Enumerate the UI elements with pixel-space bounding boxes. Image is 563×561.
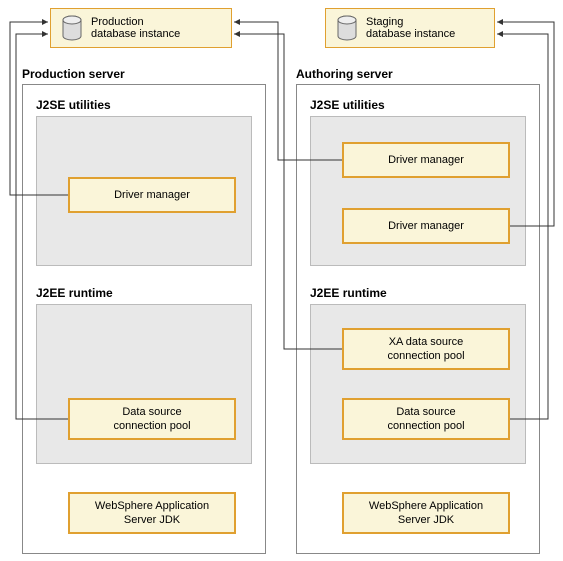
production-database: Production database instance [50,8,232,48]
prod-j2ee-title: J2EE runtime [36,286,113,300]
staging-database-label: Staging database instance [366,16,455,40]
database-icon [336,15,358,41]
auth-j2se-driver-manager-0: Driver manager [342,142,510,178]
auth-j2ee-datasource: Data source connection pool [342,398,510,440]
auth-j2ee-title: J2EE runtime [310,286,387,300]
prod-jdk: WebSphere Application Server JDK [68,492,236,534]
auth-j2ee-item-1-label: Data source connection pool [387,405,464,434]
prod-j2se-item-0-label: Driver manager [114,188,190,202]
auth-jdk-label: WebSphere Application Server JDK [369,499,483,528]
prod-jdk-label: WebSphere Application Server JDK [95,499,209,528]
auth-jdk: WebSphere Application Server JDK [342,492,510,534]
prod-j2ee-box [36,304,252,464]
database-icon [61,15,83,41]
prod-j2se-driver-manager: Driver manager [68,177,236,213]
auth-j2se-driver-manager-1: Driver manager [342,208,510,244]
production-server-title: Production server [22,67,125,81]
auth-j2se-item-0-label: Driver manager [388,153,464,167]
auth-j2se-title: J2SE utilities [310,98,385,112]
auth-j2se-item-1-label: Driver manager [388,219,464,233]
prod-j2se-title: J2SE utilities [36,98,111,112]
staging-database: Staging database instance [325,8,495,48]
production-database-label: Production database instance [91,16,180,40]
prod-j2ee-datasource: Data source connection pool [68,398,236,440]
auth-j2ee-xa-datasource: XA data source connection pool [342,328,510,370]
auth-j2ee-item-0-label: XA data source connection pool [387,335,464,364]
prod-j2ee-item-0-label: Data source connection pool [113,405,190,434]
authoring-server-title: Authoring server [296,67,393,81]
